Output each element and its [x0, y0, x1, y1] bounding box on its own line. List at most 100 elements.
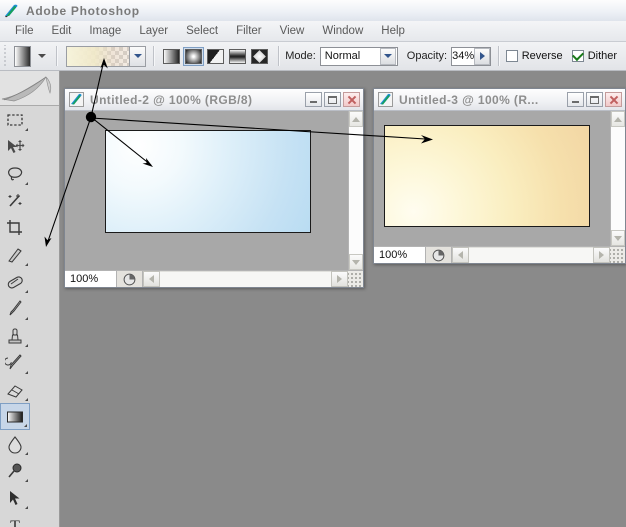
menu-help[interactable]: Help — [372, 22, 414, 40]
menu-window[interactable]: Window — [313, 22, 372, 40]
gradient-tool[interactable] — [0, 403, 30, 430]
close-button[interactable] — [343, 92, 360, 107]
dither-checkbox-box[interactable] — [571, 50, 584, 62]
angle-gradient-button[interactable] — [205, 47, 226, 66]
opacity-input[interactable]: 34% — [451, 46, 492, 66]
menu-edit[interactable]: Edit — [43, 22, 81, 40]
horizontal-scroll-track[interactable] — [160, 271, 331, 287]
menu-image[interactable]: Image — [80, 22, 130, 40]
minimize-button[interactable] — [567, 92, 584, 107]
document-title-untitled-3: Untitled-3 @ 100% (R... — [399, 92, 539, 107]
options-separator-4 — [498, 46, 499, 66]
tool-options-bar: Mode: Normal Opacity: 34% Reverse Dither — [0, 42, 626, 71]
opacity-slider-arrow-icon[interactable] — [474, 47, 491, 65]
zoom-level-untitled-3[interactable]: 100% — [374, 247, 426, 263]
type-tool[interactable]: T — [0, 511, 30, 527]
vertical-scrollbar-untitled-3[interactable] — [610, 111, 625, 246]
scroll-down-button[interactable] — [349, 254, 363, 270]
clone-stamp-tool[interactable] — [0, 322, 30, 349]
reverse-checkbox-box[interactable] — [505, 50, 518, 62]
application-title: Adobe Photoshop — [26, 3, 140, 18]
scroll-right-button[interactable] — [331, 271, 348, 287]
scroll-left-button[interactable] — [452, 247, 469, 263]
mode-label: Mode: — [285, 50, 316, 62]
brush-tool[interactable] — [0, 295, 30, 322]
scroll-up-button[interactable] — [611, 111, 625, 127]
vertical-scroll-track[interactable] — [349, 127, 363, 254]
dodge-tool[interactable] — [0, 457, 30, 484]
blur-tool[interactable] — [0, 430, 30, 457]
menu-view[interactable]: View — [271, 22, 314, 40]
dither-label: Dither — [587, 50, 618, 62]
gradient-type-group — [161, 46, 271, 66]
scroll-right-button[interactable] — [593, 247, 610, 263]
blend-mode-chevron-down-icon[interactable] — [379, 47, 396, 65]
options-bar-grip[interactable] — [2, 44, 8, 68]
vertical-scroll-track[interactable] — [611, 127, 625, 230]
document-body: 100% — [374, 111, 625, 263]
scroll-left-button[interactable] — [143, 271, 160, 287]
document-info-icon[interactable] — [117, 271, 143, 287]
canvas-area-untitled-2[interactable] — [65, 111, 348, 270]
maximize-button[interactable] — [324, 92, 341, 107]
linear-gradient-button[interactable] — [161, 47, 182, 66]
scroll-down-button[interactable] — [611, 230, 625, 246]
close-button[interactable] — [605, 92, 622, 107]
menu-layer[interactable]: Layer — [130, 22, 177, 40]
horizontal-scroll-track[interactable] — [469, 247, 593, 263]
reflected-gradient-button[interactable] — [227, 47, 248, 66]
gradient-picker-chevron-down-icon[interactable] — [129, 46, 146, 66]
document-titlebar[interactable]: Untitled-2 @ 100% (RGB/8) — [65, 89, 363, 111]
gradient-picker[interactable] — [66, 45, 147, 67]
dither-checkbox[interactable]: Dither — [571, 50, 618, 62]
feather-icon — [1, 76, 52, 102]
document-photoshop-icon — [378, 92, 393, 107]
blend-mode-select[interactable]: Normal — [319, 46, 398, 66]
slice-tool[interactable] — [0, 241, 30, 268]
canvas-untitled-3[interactable] — [384, 125, 590, 227]
tool-preset-chevron-down-icon[interactable] — [37, 54, 46, 58]
scroll-up-button[interactable] — [349, 111, 363, 127]
document-titlebar[interactable]: Untitled-3 @ 100% (R... — [374, 89, 625, 111]
window-buttons — [567, 92, 625, 107]
opacity-value: 34% — [452, 50, 475, 62]
history-brush-tool[interactable] — [0, 349, 30, 376]
document-body: 100% — [65, 111, 363, 287]
crop-tool[interactable] — [0, 214, 30, 241]
menubar: File Edit Image Layer Select Filter View… — [0, 21, 626, 42]
vertical-scrollbar-untitled-2[interactable] — [348, 111, 363, 270]
resize-grip[interactable] — [348, 271, 363, 287]
opacity-label: Opacity: — [406, 50, 448, 62]
toolbox-panel: T — [0, 71, 60, 527]
diamond-gradient-button[interactable] — [249, 47, 270, 66]
tool-preset-preview[interactable] — [14, 45, 31, 67]
document-window-untitled-2[interactable]: Untitled-2 @ 100% (RGB/8) 100% — [64, 88, 364, 288]
resize-grip[interactable] — [610, 247, 625, 263]
blend-mode-value: Normal — [324, 50, 361, 62]
reverse-label: Reverse — [521, 50, 563, 62]
move-tool[interactable] — [0, 133, 30, 160]
menu-select[interactable]: Select — [177, 22, 227, 40]
magic-wand-tool[interactable] — [0, 187, 30, 214]
menu-file[interactable]: File — [6, 22, 43, 40]
healing-brush-tool[interactable] — [0, 268, 30, 295]
canvas-area-untitled-3[interactable] — [374, 111, 610, 246]
svg-text:T: T — [10, 518, 20, 527]
zoom-level-untitled-2[interactable]: 100% — [65, 271, 117, 287]
gradient-swatch[interactable] — [67, 46, 130, 66]
menu-filter[interactable]: Filter — [227, 22, 271, 40]
toolbox-feather-banner[interactable] — [0, 71, 59, 106]
document-info-icon[interactable] — [426, 247, 452, 263]
eraser-tool[interactable] — [0, 376, 30, 403]
lasso-tool[interactable] — [0, 160, 30, 187]
application-titlebar: Adobe Photoshop — [0, 0, 626, 22]
document-window-untitled-3[interactable]: Untitled-3 @ 100% (R... 100% — [373, 88, 626, 264]
document-photoshop-icon — [69, 92, 84, 107]
radial-gradient-button[interactable] — [182, 46, 204, 66]
reverse-checkbox[interactable]: Reverse — [505, 50, 563, 62]
path-selection-tool[interactable] — [0, 484, 30, 511]
canvas-untitled-2[interactable] — [105, 130, 311, 233]
rectangular-marquee-tool[interactable] — [0, 106, 30, 133]
maximize-button[interactable] — [586, 92, 603, 107]
minimize-button[interactable] — [305, 92, 322, 107]
